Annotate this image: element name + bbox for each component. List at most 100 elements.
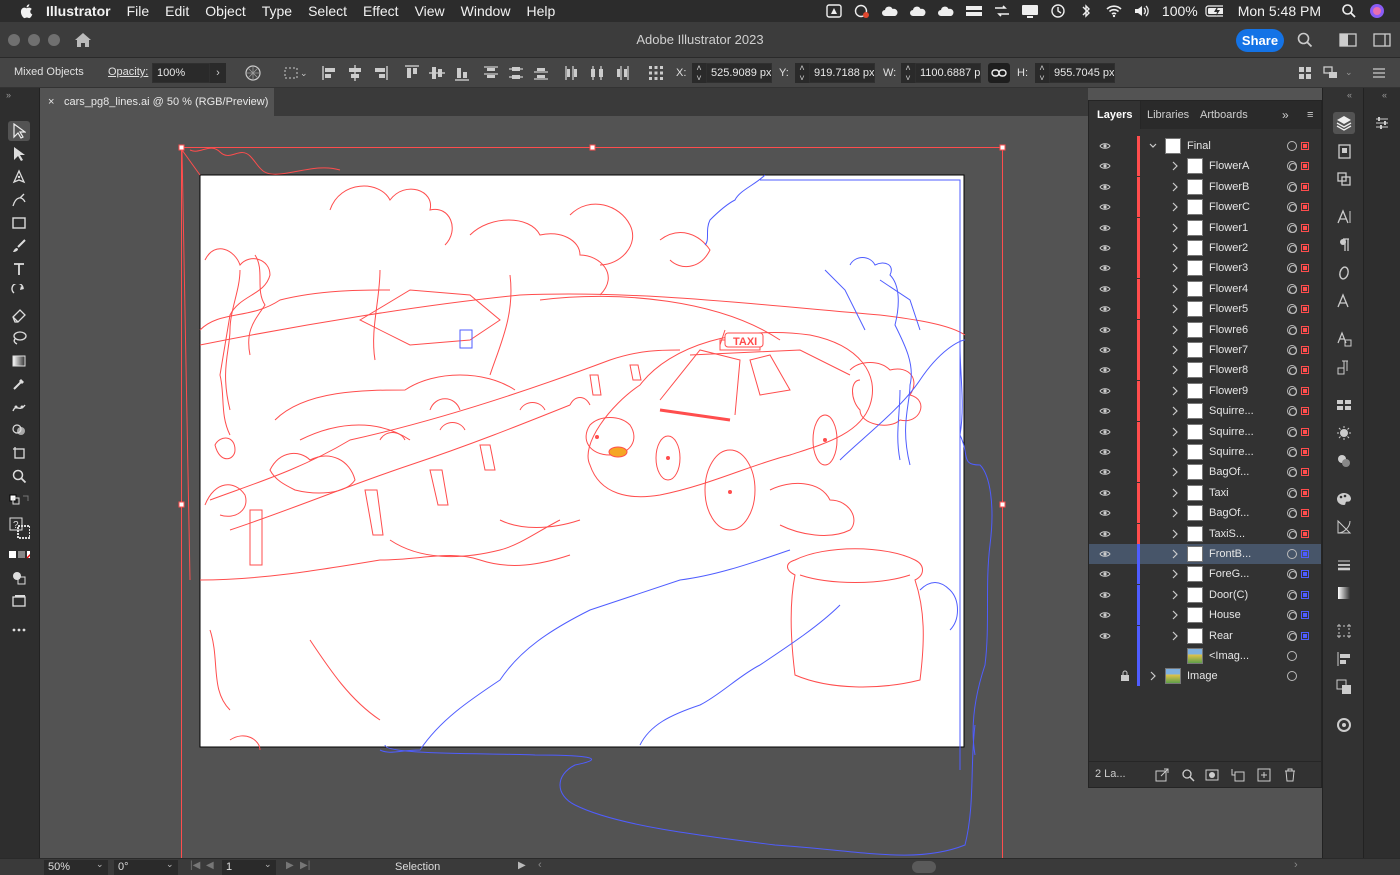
selection-indicator[interactable] — [1301, 386, 1309, 395]
target-circle-icon[interactable] — [1287, 447, 1297, 457]
target-circle-icon[interactable] — [1287, 141, 1297, 151]
target-circle-icon[interactable] — [1287, 222, 1297, 233]
lock-toggle-empty[interactable] — [1120, 426, 1130, 438]
target-circle-icon[interactable] — [1287, 467, 1297, 478]
distribute-right-icon[interactable] — [613, 64, 631, 82]
tab-layers[interactable]: Layers — [1089, 101, 1142, 129]
zoom-chevron-down-icon[interactable]: ⌄ — [96, 859, 104, 870]
control-panel-menu-icon[interactable] — [1370, 64, 1388, 82]
selection-indicator[interactable] — [1301, 244, 1309, 252]
h-field[interactable]: 955.7045 px — [1049, 63, 1115, 83]
paragraph-styles-icon[interactable] — [1333, 356, 1355, 378]
volume-icon[interactable] — [1133, 4, 1151, 18]
cloud-icon-3[interactable] — [937, 4, 955, 18]
menu-effect[interactable]: Effect — [363, 3, 399, 19]
chevron-right-icon[interactable] — [1171, 365, 1179, 375]
selection-indicator[interactable] — [1301, 407, 1309, 416]
target-circle-icon[interactable] — [1287, 569, 1297, 580]
lock-toggle-empty[interactable] — [1120, 466, 1130, 478]
selection-indicator[interactable] — [1301, 182, 1309, 191]
canvas[interactable]: TAXI — [40, 116, 1088, 858]
target-circle-icon[interactable] — [1287, 630, 1297, 641]
layer-name[interactable]: Flowre6 — [1209, 324, 1248, 336]
selection-indicator[interactable] — [1301, 509, 1309, 518]
workspace-switcher-icon[interactable] — [1338, 31, 1358, 49]
chevron-right-icon[interactable] — [1171, 488, 1179, 498]
chevron-right-icon[interactable] — [1171, 610, 1179, 620]
lock-toggle-empty[interactable] — [1120, 364, 1130, 376]
artboard-chevron-down-icon[interactable]: ⌄ — [264, 859, 272, 870]
layer-name[interactable]: FlowerB — [1209, 181, 1249, 193]
server-icon[interactable] — [965, 4, 983, 18]
chevron-right-icon[interactable] — [1171, 325, 1179, 335]
target-circle-icon[interactable] — [1287, 528, 1297, 539]
symbols-panel-icon[interactable] — [1333, 450, 1355, 472]
glyphs-panel-icon[interactable] — [1333, 290, 1355, 312]
selection-indicator[interactable] — [1301, 468, 1309, 477]
zoom-tool-icon[interactable] — [8, 466, 30, 486]
locate-object-icon[interactable] — [1181, 768, 1195, 782]
visibility-eye-icon[interactable] — [1099, 283, 1111, 295]
layer-row[interactable]: TaxiS... — [1089, 523, 1321, 544]
curvature-tool-icon[interactable] — [8, 190, 30, 210]
lock-toggle-empty[interactable] — [1120, 344, 1130, 356]
character-panel-icon[interactable] — [1333, 206, 1355, 228]
chevron-right-icon[interactable] — [1171, 549, 1179, 559]
chevron-right-icon[interactable] — [1171, 304, 1179, 314]
layer-name[interactable]: Rear — [1209, 630, 1233, 642]
chevron-right-icon[interactable] — [1171, 202, 1179, 212]
constrain-proportions-link-icon[interactable] — [988, 63, 1010, 83]
scroll-left-icon[interactable]: ‹ — [538, 859, 542, 871]
selection-indicator[interactable] — [1301, 631, 1309, 640]
lock-toggle-empty[interactable] — [1120, 160, 1130, 172]
chevron-right-icon[interactable] — [1171, 161, 1179, 171]
align-bottom-icon[interactable] — [453, 64, 471, 82]
menu-file[interactable]: File — [127, 3, 150, 19]
rotate-tool-icon[interactable] — [8, 282, 30, 302]
target-circle-icon[interactable] — [1287, 589, 1297, 600]
visibility-eye-icon[interactable] — [1099, 160, 1111, 172]
layer-name[interactable]: BagOf... — [1209, 466, 1249, 478]
sync-icon[interactable] — [993, 4, 1011, 18]
chevron-right-icon[interactable] — [1171, 284, 1179, 294]
transform-options-icon[interactable] — [1296, 64, 1314, 82]
eyedropper-tool-icon[interactable] — [8, 374, 30, 394]
eraser-tool-icon[interactable] — [8, 305, 30, 325]
search-icon[interactable] — [1295, 31, 1315, 49]
layer-row[interactable]: FlowerB — [1089, 176, 1321, 197]
layer-name[interactable]: TaxiS... — [1209, 528, 1245, 540]
w-field[interactable]: 1100.6887 px — [915, 63, 981, 83]
drawing-modes-icon[interactable] — [8, 568, 30, 588]
lock-toggle-empty[interactable] — [1120, 181, 1130, 193]
lock-toggle-empty[interactable] — [1120, 487, 1130, 499]
color-panel-icon[interactable] — [1333, 488, 1355, 510]
layer-name[interactable]: ForeG... — [1209, 568, 1249, 580]
visibility-eye-icon[interactable] — [1099, 426, 1111, 438]
target-circle-icon[interactable] — [1287, 426, 1297, 437]
arrange-chevron-down-icon[interactable]: ⌄ — [1345, 67, 1353, 78]
align-vertical-center-icon[interactable] — [428, 64, 446, 82]
selection-indicator[interactable] — [1301, 550, 1309, 558]
lock-toggle-empty[interactable] — [1120, 222, 1130, 234]
visibility-eye-icon[interactable] — [1099, 548, 1111, 560]
wifi-icon[interactable] — [1105, 4, 1123, 18]
clock[interactable]: Mon 5:48 PM — [1238, 3, 1321, 19]
selection-indicator[interactable] — [1301, 223, 1309, 232]
make-clipping-mask-icon[interactable] — [1205, 768, 1219, 782]
chevron-right-icon[interactable] — [1171, 467, 1179, 477]
align-to-chevron-down-icon[interactable]: ⌄ — [300, 68, 308, 79]
selection-indicator[interactable] — [1301, 590, 1309, 599]
visibility-eye-icon[interactable] — [1099, 446, 1111, 458]
lock-toggle-empty[interactable] — [1120, 405, 1130, 417]
selection-indicator[interactable] — [1301, 162, 1309, 171]
cloud-icon-2[interactable] — [909, 4, 927, 18]
target-circle-icon[interactable] — [1287, 161, 1297, 172]
selection-tool-icon[interactable] — [8, 121, 30, 141]
menu-type[interactable]: Type — [262, 3, 292, 19]
visibility-toggle-empty[interactable] — [1099, 650, 1111, 662]
horizontal-scrollbar-thumb[interactable] — [912, 861, 936, 873]
last-artboard-icon[interactable]: ▶| — [300, 860, 310, 871]
target-circle-icon[interactable] — [1287, 671, 1297, 682]
properties-panel-icon[interactable] — [1371, 112, 1393, 134]
gradient-panel-icon[interactable] — [1333, 582, 1355, 604]
